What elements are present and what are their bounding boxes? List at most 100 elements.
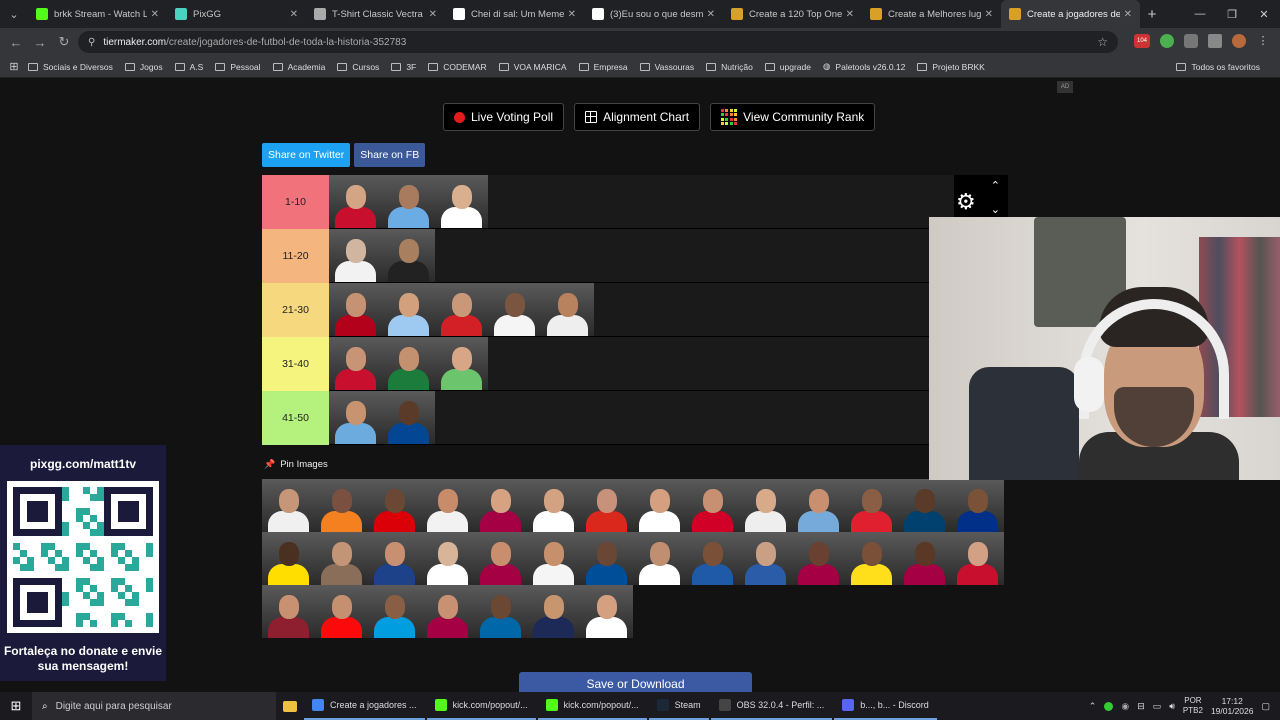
bookmark-item[interactable]: Cursos (337, 62, 379, 72)
browser-tab[interactable]: T-Shirt Classic Vectra (Vec ✕ (306, 0, 445, 28)
all-bookmarks[interactable]: Todos os favoritos (1176, 56, 1260, 78)
bookmark-item[interactable]: VOA MARICA (498, 62, 567, 72)
apps-grid-icon[interactable]: ⊞ (0, 60, 28, 73)
player-image[interactable] (421, 585, 474, 638)
player-image[interactable] (421, 479, 474, 532)
extension-green-icon[interactable] (1160, 34, 1174, 48)
close-tab-icon[interactable]: ✕ (290, 9, 298, 20)
player-image[interactable] (382, 283, 435, 336)
taskbar-app[interactable]: Create a jogadores ... (304, 692, 425, 720)
close-tab-icon[interactable]: ✕ (707, 9, 715, 20)
bookmark-item[interactable]: A.S (174, 62, 203, 72)
close-tab-icon[interactable]: ✕ (568, 9, 576, 20)
taskbar-app[interactable]: kick.com/popout/... (426, 692, 536, 720)
extension-badge-icon[interactable]: 104 (1134, 34, 1150, 48)
bookmark-item[interactable]: Sociais e Diversos (28, 62, 113, 72)
player-image[interactable] (898, 479, 951, 532)
player-image[interactable] (633, 479, 686, 532)
site-info-icon[interactable]: ⚲ (88, 37, 95, 48)
player-image[interactable] (382, 391, 435, 444)
community-rank-button[interactable]: View Community Rank (710, 103, 876, 131)
tier-items[interactable] (329, 175, 488, 228)
tier-items[interactable] (329, 337, 488, 390)
bookmark-item[interactable]: CODEMAR (428, 62, 487, 72)
player-image[interactable] (739, 532, 792, 585)
player-image[interactable] (686, 532, 739, 585)
player-image[interactable] (368, 532, 421, 585)
browser-tab[interactable]: (3)Eu sou o que desmaia ✕ (584, 0, 723, 28)
bookmark-item[interactable]: Jogos (124, 62, 163, 72)
browser-tab[interactable]: Chei di sal: Um Meme Eng ✕ (445, 0, 584, 28)
taskbar-app[interactable]: Steam (648, 692, 709, 720)
player-image[interactable] (315, 585, 368, 638)
media-icon[interactable] (1208, 34, 1222, 48)
close-tab-icon[interactable]: ✕ (429, 9, 437, 20)
tier-label[interactable]: 21-30 (262, 283, 329, 337)
close-tab-icon[interactable]: ✕ (151, 9, 159, 20)
taskbar-search[interactable]: ⌕ Digite aqui para pesquisar (32, 692, 276, 720)
player-image[interactable] (435, 337, 488, 390)
taskbar-app[interactable]: OBS 32.0.4 - Perfil: ... (710, 692, 833, 720)
tray-chevron-icon[interactable]: ⌃ (1089, 701, 1097, 712)
battery-icon[interactable]: ▭ (1153, 701, 1162, 712)
close-tab-icon[interactable]: ✕ (846, 9, 854, 20)
player-image[interactable] (633, 532, 686, 585)
player-image[interactable] (792, 479, 845, 532)
player-image[interactable] (580, 532, 633, 585)
pin-images-toggle[interactable]: 📌 Pin Images (264, 459, 328, 470)
bookmark-item[interactable]: Projeto BRKK (917, 62, 985, 72)
bookmark-item[interactable]: Vassouras (639, 62, 694, 72)
player-image[interactable] (435, 175, 488, 228)
forward-icon[interactable]: → (28, 35, 52, 50)
tier-items[interactable] (329, 391, 435, 444)
tier-label[interactable]: 11-20 (262, 229, 329, 283)
taskbar-app[interactable]: b..., b... - Discord (834, 692, 937, 720)
notifications-icon[interactable]: ▢ (1261, 701, 1270, 712)
live-voting-poll-button[interactable]: Live Voting Poll (443, 103, 565, 131)
player-image[interactable] (262, 479, 315, 532)
player-image[interactable] (262, 585, 315, 638)
player-image[interactable] (898, 532, 951, 585)
move-up-icon[interactable]: ⌃ (991, 179, 1000, 192)
tier-label[interactable]: 41-50 (262, 391, 329, 445)
alignment-chart-button[interactable]: Alignment Chart (574, 103, 701, 131)
windows-start-icon[interactable]: ⊞ (0, 698, 32, 714)
player-image[interactable] (686, 479, 739, 532)
language-indicator[interactable]: POR PTB2 (1183, 696, 1203, 716)
browser-tab[interactable]: brkk Stream - Watch Live ✕ (28, 0, 167, 28)
player-image[interactable] (845, 532, 898, 585)
file-explorer-icon[interactable] (276, 692, 304, 720)
taskbar-app[interactable]: kick.com/popout/... (537, 692, 647, 720)
minimize-icon[interactable]: — (1184, 0, 1216, 28)
bookmark-item[interactable]: Nutrição (706, 62, 753, 72)
player-image[interactable] (329, 337, 382, 390)
browser-tab[interactable]: PixGG ✕ (167, 0, 306, 28)
tier-items[interactable] (329, 229, 435, 282)
ad-badge[interactable]: AD (1057, 81, 1073, 93)
player-image[interactable] (739, 479, 792, 532)
player-image[interactable] (527, 479, 580, 532)
player-image[interactable] (474, 585, 527, 638)
player-image[interactable] (329, 175, 382, 228)
address-bar[interactable]: ⚲ tiermaker.com/create/jogadores-de-futb… (78, 31, 1118, 53)
move-down-icon[interactable]: ⌄ (991, 203, 1000, 216)
tab-search-icon[interactable]: ⌄ (0, 0, 28, 28)
close-window-icon[interactable]: ✕ (1248, 0, 1280, 28)
bookmark-item[interactable]: ◍ Paletools v26.0.12 (823, 61, 905, 72)
player-image[interactable] (382, 175, 435, 228)
menu-dots-icon[interactable]: ⋮ (1256, 34, 1270, 48)
player-image[interactable] (527, 532, 580, 585)
player-image[interactable] (315, 479, 368, 532)
player-image[interactable] (792, 532, 845, 585)
tray-green-icon[interactable] (1104, 701, 1114, 711)
extensions-puzzle-icon[interactable] (1184, 34, 1198, 48)
player-image[interactable] (329, 229, 382, 282)
share-facebook-button[interactable]: Share on FB (354, 143, 426, 167)
player-image[interactable] (541, 283, 594, 336)
close-tab-icon[interactable]: ✕ (1124, 9, 1132, 20)
player-image[interactable] (382, 229, 435, 282)
player-image[interactable] (474, 479, 527, 532)
bookmark-item[interactable]: upgrade (764, 62, 811, 72)
browser-tab[interactable]: Create a jogadores de fut ✕ (1001, 0, 1140, 28)
player-image[interactable] (368, 479, 421, 532)
